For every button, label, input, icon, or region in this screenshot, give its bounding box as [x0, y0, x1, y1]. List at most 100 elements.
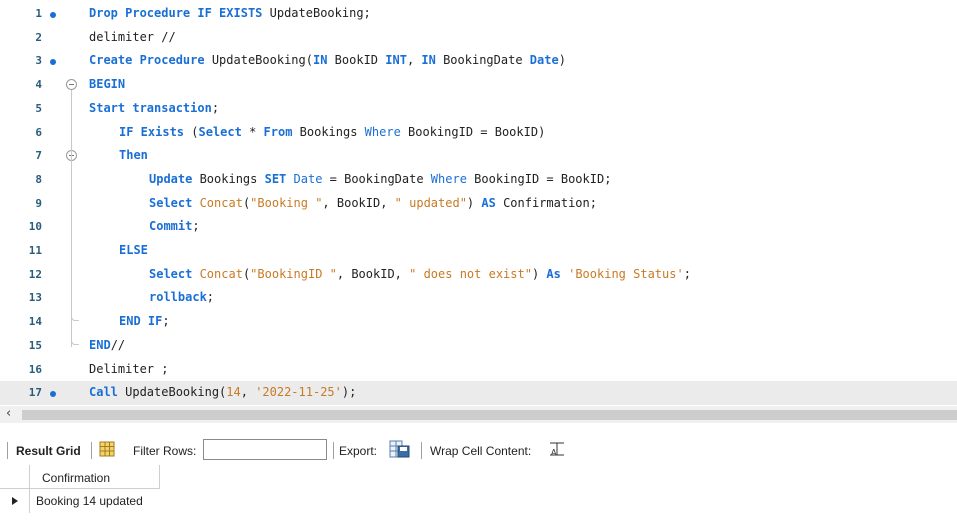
code-text: Update Bookings SET Date = BookingDate W…	[149, 172, 611, 186]
scrollbar-thumb[interactable]	[22, 410, 957, 420]
code-token: Date	[293, 171, 330, 186]
code-token: From	[263, 124, 300, 139]
code-token: //	[110, 337, 126, 352]
code-text: Create Procedure UpdateBooking(IN BookID…	[89, 53, 566, 67]
code-token: Select	[198, 124, 250, 139]
code-token: *	[249, 124, 264, 139]
result-grid[interactable]: Confirmation Booking 14 updated	[0, 465, 957, 522]
horizontal-scrollbar[interactable]: ‹	[0, 406, 957, 423]
code-text: BEGIN	[89, 77, 125, 91]
result-grid-tab[interactable]: Result Grid	[16, 444, 81, 458]
line-number: 1	[35, 7, 42, 20]
export-icon[interactable]	[389, 440, 411, 461]
sql-editor[interactable]: 1 Drop Procedure IF EXISTS UpdateBooking;…	[0, 0, 957, 406]
code-line[interactable]: 2 delimiter //	[0, 26, 957, 50]
line-number: 14	[28, 315, 42, 329]
code-line[interactable]: 7 Then	[0, 144, 957, 168]
line-number: 12	[28, 267, 42, 281]
code-token: ;	[162, 314, 170, 329]
code-line[interactable]: 11 ELSE	[0, 239, 957, 263]
filter-rows-label: Filter Rows:	[133, 444, 197, 458]
code-line[interactable]: 8 Update Bookings SET Date = BookingDate …	[0, 168, 957, 192]
code-token: )	[466, 195, 482, 210]
code-text: Then	[119, 148, 148, 162]
code-token: );	[341, 385, 357, 400]
grid-view-icon[interactable]	[99, 441, 115, 460]
divider	[421, 442, 422, 459]
wrap-text-icon[interactable]: A	[549, 442, 565, 459]
code-token: ;	[683, 266, 691, 281]
fold-guide-end	[71, 337, 79, 345]
code-token: "Booking "	[250, 195, 323, 210]
code-token: ;	[192, 219, 200, 234]
scroll-left-arrow-icon[interactable]: ‹	[6, 406, 11, 421]
code-text: Select Concat("Booking ", BookID, " upda…	[149, 196, 597, 210]
code-line[interactable]: 16 Delimiter ;	[0, 358, 957, 382]
line-number: 11	[28, 244, 42, 257]
divider	[7, 442, 8, 459]
code-text: Commit;	[149, 219, 200, 233]
result-toolbar: Result Grid Filter Rows: Export: Wrap Ce…	[0, 437, 957, 463]
table-cell[interactable]: Booking 14 updated	[36, 494, 143, 508]
line-number: 17	[28, 386, 42, 400]
column-header-confirmation[interactable]: Confirmation	[30, 465, 160, 489]
code-text: Start transaction;	[89, 101, 219, 115]
line-number: 2	[35, 30, 42, 44]
line-number: 7	[35, 149, 42, 163]
grid-header: Confirmation	[0, 465, 160, 489]
table-row[interactable]: Booking 14 updated	[0, 489, 160, 513]
grid-corner[interactable]	[0, 465, 30, 489]
code-token: )	[558, 53, 566, 68]
code-token: END	[89, 337, 111, 352]
code-line[interactable]: 14 END IF;	[0, 310, 957, 334]
code-token: UpdateBooking(	[125, 385, 227, 400]
filter-rows-input[interactable]	[203, 439, 327, 460]
code-line[interactable]: 5 Start transaction;	[0, 97, 957, 121]
fold-toggle-icon[interactable]	[66, 79, 77, 91]
code-token: Bookings	[299, 124, 365, 139]
divider	[333, 442, 334, 459]
code-token: Then	[119, 148, 148, 163]
code-token: '2022-11-25'	[255, 385, 342, 400]
code-line[interactable]: 1 Drop Procedure IF EXISTS UpdateBooking;	[0, 2, 957, 26]
code-token: Start transaction	[89, 100, 212, 115]
code-token: BookID	[334, 53, 386, 68]
line-number: 8	[35, 172, 42, 186]
code-token: UpdateBooking(	[211, 53, 313, 68]
code-token: Concat	[199, 195, 243, 210]
code-token: END IF	[119, 314, 163, 329]
code-line[interactable]: 3 Create Procedure UpdateBooking(IN BookI…	[0, 49, 957, 73]
code-token: As	[546, 266, 569, 281]
code-token: , BookID,	[336, 266, 410, 281]
code-text: Delimiter ;	[89, 362, 168, 376]
row-indicator-arrow-icon[interactable]	[0, 489, 30, 513]
code-line[interactable]: 12 Select Concat("BookingID ", BookID, " …	[0, 263, 957, 287]
code-text: END//	[89, 338, 125, 352]
code-token: Confirmation;	[503, 195, 597, 210]
code-token: Where	[364, 124, 409, 139]
code-token: UpdateBooking;	[269, 6, 371, 20]
statement-marker-icon	[50, 59, 56, 66]
code-token: BEGIN	[89, 77, 126, 92]
code-token: )	[531, 266, 547, 281]
code-token: BookingID = BookID)	[408, 124, 546, 139]
code-line[interactable]: 17 Call UpdateBooking(14, '2022-11-25');	[0, 381, 957, 406]
code-token: ;	[211, 100, 220, 115]
code-line[interactable]: 10 Commit;	[0, 215, 957, 239]
code-text: END IF;	[119, 314, 170, 328]
line-number: 13	[28, 291, 42, 305]
code-token: , BookID,	[322, 195, 395, 210]
code-line[interactable]: 6 IF Exists (Select * From Bookings Where…	[0, 121, 957, 145]
code-line[interactable]: 13 rollback;	[0, 286, 957, 310]
code-token: delimiter //	[89, 29, 176, 44]
code-token: Concat	[199, 266, 243, 281]
code-token: ,	[240, 385, 256, 400]
code-token: ,	[406, 53, 422, 68]
code-line[interactable]: 9 Select Concat("Booking ", BookID, " upd…	[0, 192, 957, 216]
code-token: SET	[264, 171, 294, 186]
fold-guide-end	[71, 314, 79, 322]
code-line[interactable]: 4 BEGIN	[0, 73, 957, 97]
code-line[interactable]: 15 END//	[0, 334, 957, 358]
code-text: IF Exists (Select * From Bookings Where …	[119, 125, 545, 139]
code-token: IF Exists	[119, 124, 192, 139]
